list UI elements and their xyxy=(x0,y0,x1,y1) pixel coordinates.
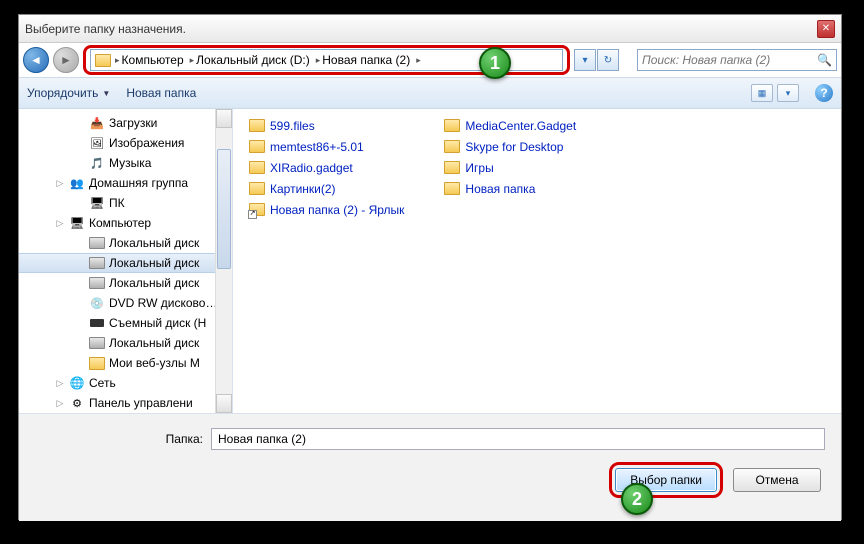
disk-icon xyxy=(89,256,105,270)
navigation-tree: ЗагрузкиИзображенияМузыка▷Домашняя групп… xyxy=(19,109,233,413)
folder-icon xyxy=(444,119,460,133)
pc-icon xyxy=(69,216,85,230)
breadcrumb-segment: ▸Компьютер xyxy=(113,53,186,67)
folder-icon xyxy=(249,203,265,217)
tree-item[interactable]: Изображения xyxy=(19,133,232,153)
tree-item[interactable]: ▷Компьютер xyxy=(19,213,232,233)
disk-icon xyxy=(89,336,105,350)
file-item[interactable]: Игры xyxy=(444,159,576,177)
tree-item[interactable]: Мои веб-узлы M xyxy=(19,353,232,373)
file-item[interactable]: memtest86+-5.01 xyxy=(249,138,404,156)
tree-item[interactable]: ПК xyxy=(19,193,232,213)
ctrl-icon xyxy=(69,396,85,410)
folder-name-input[interactable] xyxy=(211,428,825,450)
folder-icon xyxy=(249,182,265,196)
folder-icon xyxy=(444,140,460,154)
file-item[interactable]: XIRadio.gadget xyxy=(249,159,404,177)
folder-icon xyxy=(89,356,105,370)
file-item[interactable]: Новая папка xyxy=(444,180,576,198)
tree-item[interactable]: Съемный диск (H xyxy=(19,313,232,333)
folder-icon xyxy=(95,53,111,67)
tree-item[interactable]: ▷Панель управлени xyxy=(19,393,232,413)
footer: Папка: Выбор папки Отмена xyxy=(19,413,841,521)
help-button[interactable]: ? xyxy=(815,84,833,102)
tree-item[interactable]: ▷Сеть xyxy=(19,373,232,393)
navbar: ◄ ► ▸Компьютер ▸Локальный диск (D:) ▸Нов… xyxy=(19,43,841,77)
search-input[interactable] xyxy=(642,53,817,67)
tree-item[interactable]: Загрузки xyxy=(19,113,232,133)
file-item[interactable]: Skype for Desktop xyxy=(444,138,576,156)
back-button[interactable]: ◄ xyxy=(23,47,49,73)
folder-picker-dialog: Выберите папку назначения. ✕ ◄ ► ▸Компью… xyxy=(18,14,842,520)
grp-icon xyxy=(69,176,85,190)
disk-icon xyxy=(89,236,105,250)
close-button[interactable]: ✕ xyxy=(817,20,835,38)
dialog-body: ЗагрузкиИзображенияМузыка▷Домашняя групп… xyxy=(19,109,841,413)
search-icon[interactable]: 🔍 xyxy=(817,53,832,67)
address-dropdown[interactable]: ▾ xyxy=(574,49,596,71)
dl-icon xyxy=(89,116,105,130)
tree-item[interactable]: DVD RW дисково… xyxy=(19,293,232,313)
toolbar: Упорядочить▼ Новая папка ▦ ▾ ? xyxy=(19,77,841,109)
window-title: Выберите папку назначения. xyxy=(25,22,817,36)
tree-item[interactable]: Локальный диск xyxy=(19,233,232,253)
disk-icon xyxy=(89,276,105,290)
annotation-marker-2: 2 xyxy=(621,483,653,515)
tree-item[interactable]: ▷Домашняя группа xyxy=(19,173,232,193)
folder-icon xyxy=(249,140,265,154)
tree-item[interactable]: Локальный диск xyxy=(19,333,232,353)
tree-scrollbar[interactable] xyxy=(215,109,232,413)
folder-icon xyxy=(444,182,460,196)
rem-icon xyxy=(89,316,105,330)
file-item[interactable]: 599.files xyxy=(249,117,404,135)
pic-icon xyxy=(89,136,105,150)
tree-item[interactable]: Локальный диск xyxy=(19,273,232,293)
view-mode-button[interactable]: ▦ xyxy=(751,84,773,102)
forward-button[interactable]: ► xyxy=(53,47,79,73)
file-list: 599.files memtest86+-5.01 XIRadio.gadget Ка… xyxy=(233,109,841,413)
breadcrumb-segment: ▸Новая папка (2)▸ xyxy=(314,53,423,67)
folder-icon xyxy=(249,161,265,175)
music-icon xyxy=(89,156,105,170)
cancel-button[interactable]: Отмена xyxy=(733,468,821,492)
refresh-button[interactable]: ↻ xyxy=(597,49,619,71)
new-folder-button[interactable]: Новая папка xyxy=(126,86,196,100)
net-icon xyxy=(69,376,85,390)
view-dropdown[interactable]: ▾ xyxy=(777,84,799,102)
folder-icon xyxy=(444,161,460,175)
file-item[interactable]: Картинки(2) xyxy=(249,180,404,198)
breadcrumb-segment: ▸Локальный диск (D:) xyxy=(188,53,312,67)
file-item[interactable]: MediaCenter.Gadget xyxy=(444,117,576,135)
file-item[interactable]: Новая папка (2) - Ярлык xyxy=(249,201,404,219)
tree-item[interactable]: Локальный диск xyxy=(19,253,232,273)
search-box[interactable]: 🔍 xyxy=(637,49,837,71)
dvd-icon xyxy=(89,296,105,310)
pc-icon xyxy=(89,196,105,210)
tree-item[interactable]: Музыка xyxy=(19,153,232,173)
titlebar: Выберите папку назначения. ✕ xyxy=(19,15,841,43)
annotation-marker-1: 1 xyxy=(479,47,511,79)
folder-icon xyxy=(249,119,265,133)
folder-label: Папка: xyxy=(35,432,203,446)
organize-button[interactable]: Упорядочить▼ xyxy=(27,86,110,100)
